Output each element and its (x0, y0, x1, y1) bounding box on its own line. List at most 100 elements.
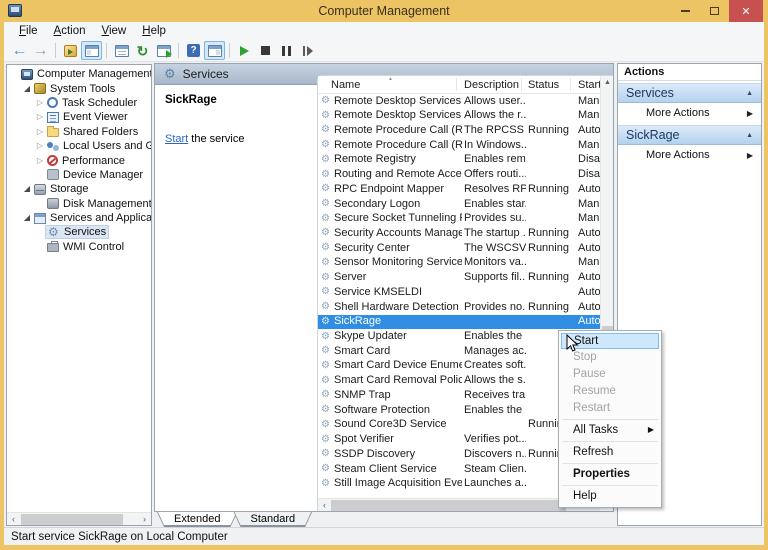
maximize-button[interactable] (700, 0, 729, 22)
expand-icon[interactable]: ▷ (35, 98, 45, 108)
menu-action[interactable]: Action (47, 24, 93, 38)
expand-icon[interactable]: ▷ (35, 127, 45, 137)
folder-icon (47, 128, 59, 137)
start-service-button[interactable] (234, 41, 255, 60)
service-name: Smart Card Removal Policy (334, 374, 462, 386)
service-name: Still Image Acquisition Events (334, 477, 462, 489)
tree-item-wmi-control[interactable]: WMI Control (7, 240, 151, 254)
forward-button[interactable]: → (30, 41, 51, 60)
properties-icon (115, 45, 129, 57)
expand-icon[interactable]: ▷ (35, 156, 45, 166)
service-row-sensor-monitoring-service[interactable]: ⚙Sensor Monitoring ServiceMonitors va...… (318, 256, 600, 271)
actions-section-title: Services (626, 86, 674, 100)
toolbar: ←→ ↻? (4, 40, 764, 62)
tree-item-performance[interactable]: ▷Performance (7, 153, 151, 167)
service-row-secondary-logon[interactable]: ⚙Secondary LogonEnables star...Manu (318, 197, 600, 212)
help-button[interactable]: ? (183, 41, 204, 60)
back-button[interactable]: ← (9, 41, 30, 60)
service-row-secure-socket-tunneling-pr[interactable]: ⚙Secure Socket Tunneling Pr...Provides s… (318, 212, 600, 227)
tab-standard[interactable]: Standard (233, 512, 312, 527)
scroll-up-icon[interactable]: ▲ (601, 76, 614, 89)
tree-item-system-tools[interactable]: ◢System Tools (7, 81, 151, 95)
tree-item-content: Computer Management (Local (19, 68, 151, 80)
actions-section-services[interactable]: Services ▲ (618, 83, 761, 103)
tree-item-content: Local Users and Groups (45, 140, 151, 152)
menu-view[interactable]: View (95, 24, 134, 38)
actions-section-sickrage[interactable]: SickRage▲ (618, 125, 761, 145)
scroll-thumb[interactable] (331, 500, 566, 511)
service-row-remote-desktop-services-u[interactable]: ⚙Remote Desktop Services U...Allows the … (318, 109, 600, 124)
start-service-link[interactable]: Start (165, 133, 188, 145)
export-list-button[interactable] (153, 41, 174, 60)
more-actions-item[interactable]: More Actions▶ (618, 103, 761, 123)
service-row-sickrage[interactable]: ⚙SickRageAutor (318, 315, 600, 330)
scroll-left-icon[interactable]: ‹ (318, 499, 331, 512)
collapse-icon[interactable]: ◢ (22, 84, 32, 94)
service-row-rpc-endpoint-mapper[interactable]: ⚙RPC Endpoint MapperResolves RP...Runnin… (318, 182, 600, 197)
service-row-remote-registry[interactable]: ⚙Remote RegistryEnables rem...Disabl (318, 153, 600, 168)
pause-service-button[interactable] (276, 41, 297, 60)
restart-service-button[interactable] (297, 41, 318, 60)
service-name: Remote Desktop Services (334, 95, 462, 107)
collapse-icon[interactable]: ◢ (22, 213, 32, 223)
expand-icon[interactable]: ▷ (35, 141, 45, 151)
menu-help[interactable]: Help (135, 24, 173, 38)
service-gear-icon: ⚙ (321, 345, 330, 357)
tree-item-task-scheduler[interactable]: ▷Task Scheduler (7, 96, 151, 110)
tools-icon (34, 83, 46, 94)
service-row-security-accounts-manager[interactable]: ⚙Security Accounts ManagerThe startup ..… (318, 226, 600, 241)
tree-item-storage[interactable]: ◢Storage (7, 182, 151, 196)
perf-icon (47, 155, 58, 166)
tree-item-local-users-and-groups[interactable]: ▷Local Users and Groups (7, 139, 151, 153)
service-row-service-kmseldi[interactable]: ⚙Service KMSELDIAutor (318, 285, 600, 300)
service-row-server[interactable]: ⚙ServerSupports fil...RunningAutor (318, 271, 600, 286)
close-button[interactable]: ✕ (729, 0, 763, 22)
tab-extended[interactable]: Extended (157, 512, 237, 527)
collapse-section-icon[interactable]: ▲ (746, 90, 753, 97)
tree-item-services[interactable]: Services (7, 225, 151, 239)
tree-item-disk-management[interactable]: Disk Management (7, 197, 151, 211)
column-header-description[interactable]: Description (464, 79, 519, 91)
service-description: Verifies pot... (464, 433, 526, 445)
service-row-remote-procedure-call-rp[interactable]: ⚙Remote Procedure Call (RP...In Windows.… (318, 138, 600, 153)
column-header-name[interactable]: Name (331, 79, 360, 91)
tree-horizontal-scrollbar[interactable]: ‹ › (7, 512, 151, 525)
tree-item-services-and-applications[interactable]: ◢Services and Applications (7, 211, 151, 225)
refresh-button[interactable]: ↻ (132, 41, 153, 60)
context-menu-all-tasks[interactable]: All Tasks▶ (560, 422, 660, 439)
service-row-security-center[interactable]: ⚙Security CenterThe WSCSV...RunningAutor (318, 241, 600, 256)
context-menu-properties[interactable]: Properties (560, 466, 660, 483)
toolbar-separator (55, 43, 56, 58)
stop-service-button[interactable] (255, 41, 276, 60)
console-tree-button[interactable] (81, 41, 102, 60)
tree-item-computer-management-local[interactable]: Computer Management (Local (7, 67, 151, 81)
scroll-thumb[interactable] (21, 514, 123, 525)
service-startup-type: Disabl (578, 168, 600, 180)
service-gear-icon: ⚙ (321, 272, 330, 284)
more-actions-label: More Actions (646, 149, 710, 161)
more-actions-item[interactable]: More Actions▶ (618, 145, 761, 165)
service-description: Resolves RP... (464, 183, 526, 195)
expand-icon[interactable]: ▷ (35, 112, 45, 122)
menu-file[interactable]: File (12, 24, 45, 38)
column-header-status[interactable]: Status (528, 79, 559, 91)
help-icon: ? (187, 44, 200, 57)
properties-button[interactable] (111, 41, 132, 60)
minimize-button[interactable] (671, 0, 700, 22)
context-menu-help[interactable]: Help (560, 488, 660, 505)
collapse-icon[interactable]: ◢ (22, 184, 32, 194)
service-description: Discovers n... (464, 448, 526, 460)
service-row-remote-procedure-call-rpc[interactable]: ⚙Remote Procedure Call (RPC)The RPCSS ..… (318, 123, 600, 138)
context-menu-refresh[interactable]: Refresh (560, 444, 660, 461)
tree-item-shared-folders[interactable]: ▷Shared Folders (7, 125, 151, 139)
service-row-remote-desktop-services[interactable]: ⚙Remote Desktop ServicesAllows user...Ma… (318, 94, 600, 109)
tree-item-event-viewer[interactable]: ▷Event Viewer (7, 110, 151, 124)
tree-item-device-manager[interactable]: Device Manager (7, 168, 151, 182)
scroll-right-icon[interactable]: › (138, 513, 151, 526)
action-pane-button[interactable] (204, 41, 225, 60)
service-row-routing-and-remote-access[interactable]: ⚙Routing and Remote AccessOffers routi..… (318, 168, 600, 183)
collapse-section-icon[interactable]: ▲ (746, 132, 753, 139)
up-level-button[interactable] (60, 41, 81, 60)
service-row-shell-hardware-detection[interactable]: ⚙Shell Hardware DetectionProvides no...R… (318, 300, 600, 315)
scroll-left-icon[interactable]: ‹ (7, 513, 20, 526)
